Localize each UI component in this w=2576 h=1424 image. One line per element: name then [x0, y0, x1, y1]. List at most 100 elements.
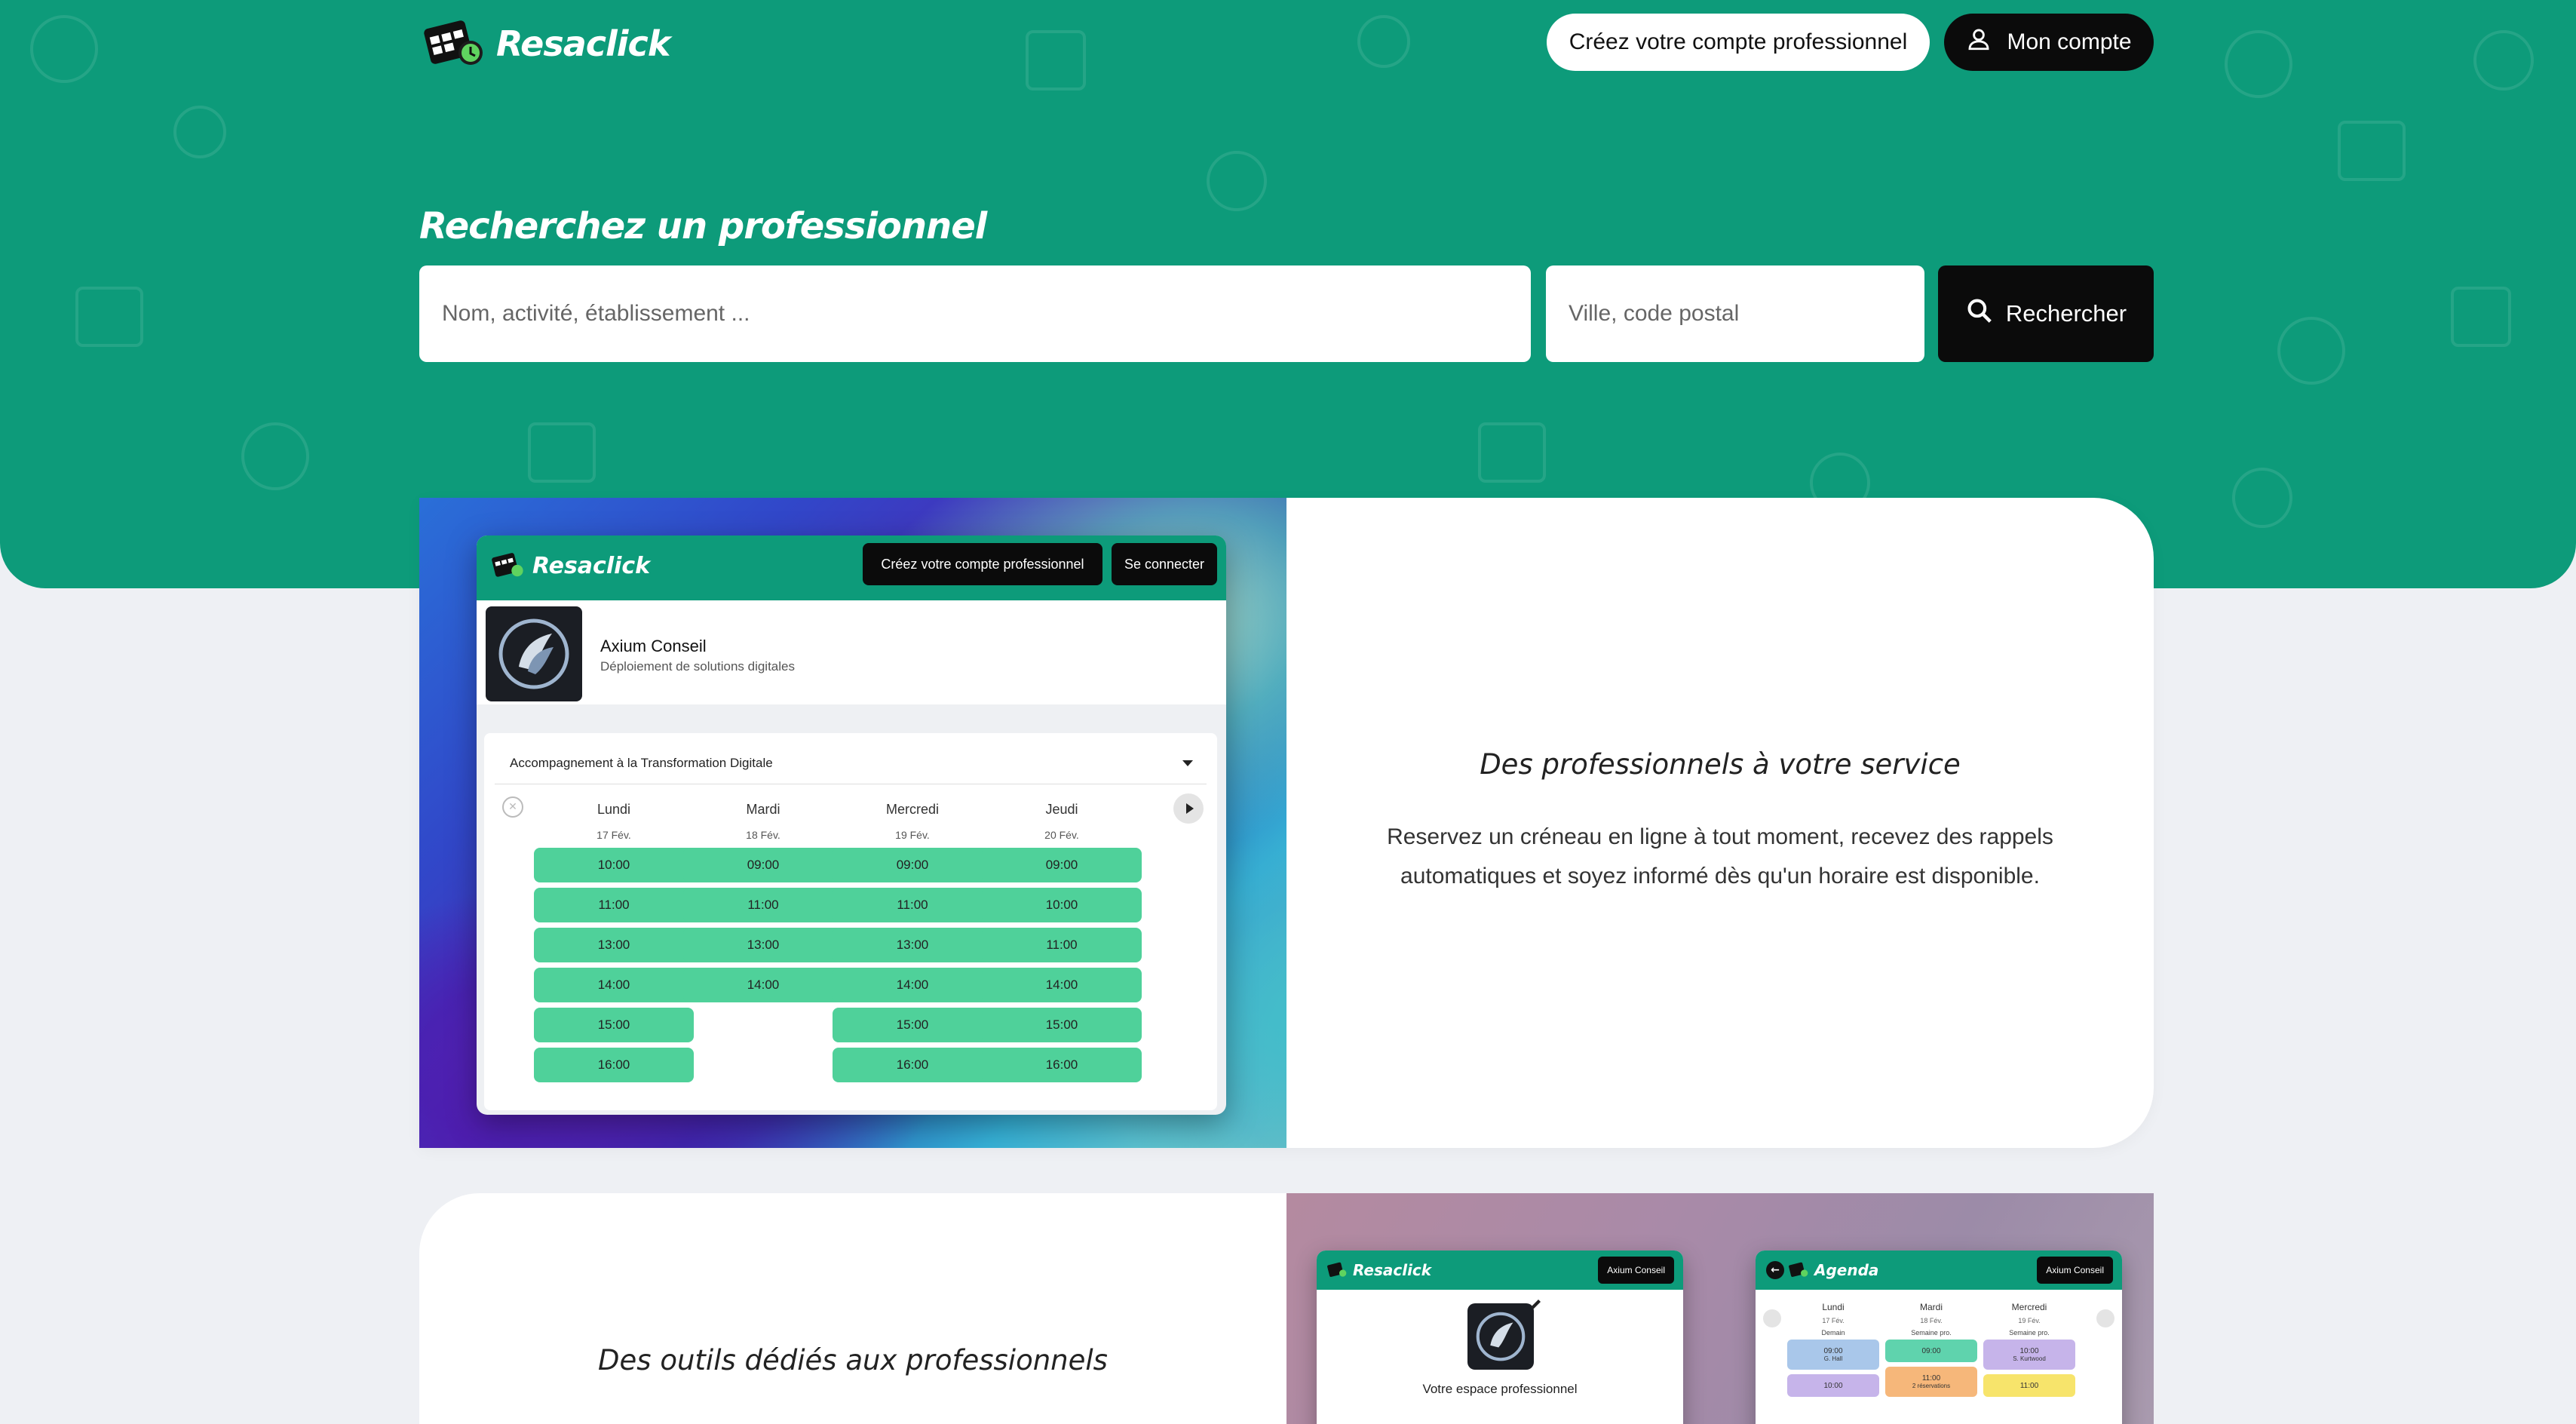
pro-space-label: Votre espace professionnel [1422, 1382, 1578, 1396]
next-week-icon [2096, 1309, 2114, 1327]
mock-time-slot: 16:00 [534, 1048, 694, 1082]
mock-time-slot: 11:00 [833, 888, 992, 922]
search-city-placeholder: Ville, code postal [1569, 301, 1740, 326]
mock2-brand-name: Resaclick [1353, 1261, 1432, 1279]
mock-day-name: Mercredi [885, 802, 939, 817]
mock-time-slot: 09:00 [683, 848, 843, 882]
agenda-title: Agenda [1814, 1261, 1879, 1279]
agenda-day-date: 18 Fév. [1920, 1317, 1943, 1324]
calendar-logo-icon [1327, 1262, 1347, 1277]
search-city-input[interactable]: Ville, code postal [1546, 265, 1924, 362]
search-button-label: Rechercher [2005, 300, 2127, 327]
agenda-slot: 09:00 [1885, 1340, 1977, 1362]
mock-time-slot: 09:00 [833, 848, 992, 882]
my-account-button[interactable]: Mon compte [1944, 14, 2154, 71]
agenda-day-date: 17 Fév. [1822, 1317, 1845, 1324]
feature-card-pros: Des outils dédiés aux professionnels Res… [419, 1193, 2154, 1424]
agenda-slot: 10:00 [1787, 1374, 1879, 1397]
mock2-account-button: Axium Conseil [1598, 1257, 1674, 1284]
mock-time-slot: 16:00 [982, 1048, 1142, 1082]
feature1-text-line1: Reservez un créneau en ligne à tout mome… [1387, 824, 2053, 849]
business-avatar [486, 606, 582, 701]
agenda-slot-time: 09:00 [1921, 1346, 1941, 1355]
feature2-heading: Des outils dédiés aux professionnels [598, 1344, 1108, 1376]
agenda-slot: 10:00 S. Kurtwood [1983, 1340, 2075, 1370]
agenda-slot-time: 10:00 [2019, 1347, 2039, 1355]
mock-time-slot: 16:00 [833, 1048, 992, 1082]
my-account-label: Mon compte [2007, 29, 2132, 54]
agenda-day-name: Mardi [1919, 1302, 1943, 1312]
brand-name: Resaclick [496, 23, 670, 64]
mock-time-slot: 13:00 [683, 928, 843, 962]
edit-pencil-icon [1529, 1297, 1543, 1311]
search-name-input[interactable]: Nom, activité, établissement ... [419, 265, 1531, 362]
mock-time-slot: 15:00 [534, 1008, 694, 1042]
feature1-text-line2: automatiques et soyez informé dès qu'un … [1400, 864, 2040, 888]
agenda-slot-time: 11:00 [1921, 1374, 1941, 1383]
mock-time-slot: 14:00 [833, 968, 992, 1002]
mock-availability-panel: Accompagnement à la Transformation Digit… [484, 733, 1217, 1110]
brand-logo[interactable]: Resaclick [424, 17, 670, 71]
agenda-day-column: Mercredi 19 Fév. Semaine pro. 10:00 S. Kurtw… [1983, 1299, 2075, 1401]
mock-time-slot: 13:00 [833, 928, 992, 962]
agenda-day-date: 19 Fév. [2018, 1317, 2041, 1324]
agenda-day-name: Lundi [1822, 1302, 1845, 1312]
mock-business-subtitle: Déploiement de solutions digitales [600, 659, 795, 674]
calendar-logo-icon [1789, 1262, 1808, 1277]
mock-time-slot: 11:00 [534, 888, 694, 922]
mock-day-name: Jeudi [1045, 802, 1078, 817]
mock-time-slot: 15:00 [833, 1008, 992, 1042]
mock-time-slot: 10:00 [534, 848, 694, 882]
mock-day-column: Jeudi 20 Fév. 09:00 10:00 11:00 14:00 15:00 16:… [982, 796, 1142, 1088]
mock-business-profile: Axium Conseil Déploiement de solutions d… [477, 600, 1226, 704]
create-pro-account-button[interactable]: Créez votre compte professionnel [1547, 14, 1930, 71]
mock3-account-button: Axium Conseil [2037, 1257, 2113, 1284]
back-arrow-icon: ← [1766, 1261, 1784, 1279]
caret-down-icon [1182, 760, 1193, 766]
mock-time-slot: 11:00 [683, 888, 843, 922]
mock-brand-name: Resaclick [532, 552, 651, 579]
agenda-slot: 09:00 G. Hall [1787, 1340, 1879, 1370]
pro-space-mockup: Resaclick Axium Conseil Votre espace pro… [1317, 1251, 1683, 1424]
mock-time-slot: 15:00 [982, 1008, 1142, 1042]
mock-time-slot: 14:00 [534, 968, 694, 1002]
mock-create-pro-button: Créez votre compte professionnel [863, 543, 1102, 585]
mock-time-slot: 13:00 [534, 928, 694, 962]
mock-service-select: Accompagnement à la Transformation Digit… [495, 742, 1207, 784]
agenda-mockup: ← Agenda Axium Conseil Lundi 17 Fév. Demai… [1756, 1251, 2122, 1424]
prev-week-icon [1763, 1309, 1781, 1327]
mock3-title: ← Agenda [1766, 1261, 1878, 1279]
agenda-day-note: Semaine pro. [2009, 1329, 2050, 1337]
agenda-day-note: Semaine pro. [1911, 1329, 1952, 1337]
agenda-slot-time: 11:00 [2019, 1381, 2039, 1390]
agenda-slot: 11:00 [1983, 1374, 2075, 1397]
mock-day-column: Lundi 17 Fév. 10:00 11:00 13:00 14:00 15:00 16:… [534, 796, 694, 1088]
mock-day-date: 20 Fév. [1044, 829, 1079, 841]
agenda-day-column: Mardi 18 Fév. Semaine pro. 09:00 11:00 2 rése… [1885, 1299, 1977, 1401]
search-button[interactable]: Rechercher [1938, 265, 2154, 362]
mock-day-date: 17 Fév. [596, 829, 631, 841]
booking-page-mockup: Resaclick Créez votre compte professionn… [477, 536, 1226, 1115]
agenda-slot-detail: G. Hall [1823, 1355, 1843, 1362]
agenda-day-note: Demain [1821, 1329, 1845, 1337]
search-icon [1965, 296, 1994, 331]
mock-time-slot: 10:00 [982, 888, 1142, 922]
next-week-icon [1173, 793, 1204, 824]
calendar-logo-icon [424, 18, 487, 69]
mock-day-date: 18 Fév. [746, 829, 780, 841]
agenda-slot: 11:00 2 réservations [1885, 1367, 1977, 1397]
mock-time-slot: 11:00 [982, 928, 1142, 962]
mock-day-name: Lundi [596, 802, 631, 817]
mock-business-name: Axium Conseil [600, 637, 707, 655]
mock-header: Resaclick Créez votre compte professionn… [477, 536, 1226, 600]
mock-time-slot: 09:00 [982, 848, 1142, 882]
search-name-placeholder: Nom, activité, établissement ... [442, 301, 750, 326]
agenda-slot-detail: S. Kurtwood [2013, 1355, 2046, 1362]
agenda-slot-time: 09:00 [1823, 1347, 1843, 1355]
feature1-description: Reservez un créneau en ligne à tout mome… [1286, 818, 2154, 896]
mock-brand-logo: Resaclick [492, 551, 650, 581]
feature-card-clients: Resaclick Créez votre compte professionn… [419, 498, 2154, 1148]
agenda-day-column: Lundi 17 Fév. Demain 09:00 G. Hall 10:00 [1787, 1299, 1879, 1401]
agenda-slot-time: 10:00 [1823, 1381, 1843, 1390]
mock-day-column: Mardi 18 Fév. 09:00 11:00 13:00 14:00 [683, 796, 843, 1008]
